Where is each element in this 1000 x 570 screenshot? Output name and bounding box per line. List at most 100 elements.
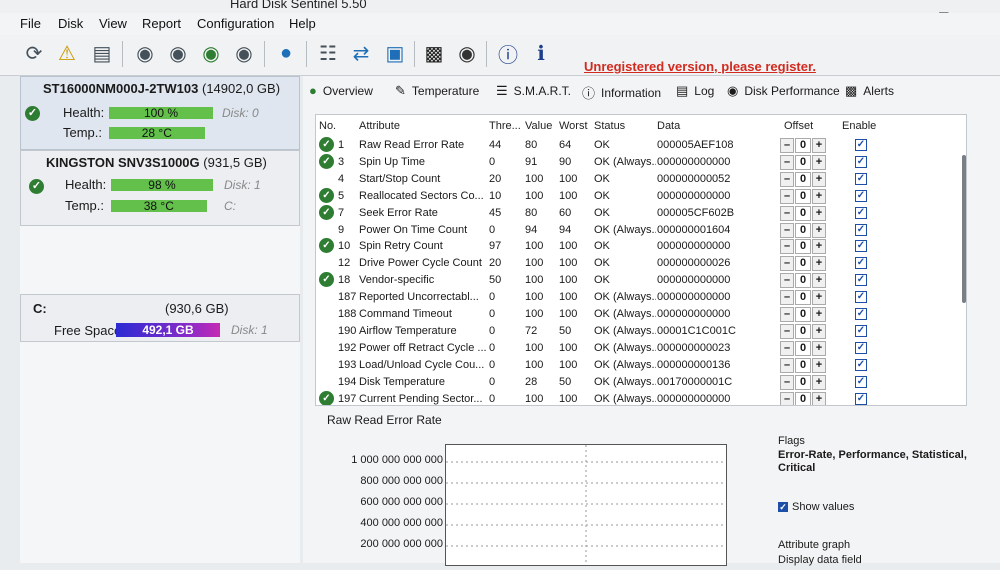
globe-icon[interactable]: ● — [272, 39, 300, 67]
offset-value[interactable]: 0 — [795, 138, 811, 153]
col-enable[interactable]: Enable — [842, 120, 876, 132]
col-offset[interactable]: Offset — [784, 120, 813, 132]
enable-checkbox[interactable]: ✓ — [855, 274, 867, 287]
tab-information[interactable]: ⓘ Information — [582, 83, 661, 102]
offset-value[interactable]: 0 — [795, 188, 811, 204]
table-row[interactable]: ✓ 7 Seek Error Rate 45 80 60 OK 000005CF602B –0 +… — [316, 204, 966, 222]
plus-icon[interactable]: + — [812, 138, 826, 153]
minus-icon[interactable]: – — [780, 391, 794, 405]
offset-value[interactable]: 0 — [795, 239, 811, 255]
minus-icon[interactable]: – — [780, 340, 794, 356]
minus-icon[interactable]: – — [780, 323, 794, 339]
enable-checkbox[interactable]: ✓ — [855, 392, 867, 405]
enable-checkbox[interactable]: ✓ — [855, 206, 867, 219]
menu-configuration[interactable]: Configuration — [197, 16, 274, 31]
minus-icon[interactable]: – — [780, 256, 794, 272]
warning-icon[interactable]: ⚠ — [53, 39, 81, 67]
table-row[interactable]: 9 Power On Time Count 0 94 94 OK (Always... 00… — [316, 222, 966, 239]
enable-checkbox[interactable]: ✓ — [855, 341, 867, 354]
disk-card-0[interactable]: ST16000NM000J-2TW103 (14902,0 GB) ✓ Heal… — [20, 76, 300, 150]
enable-checkbox[interactable]: ✓ — [855, 257, 867, 270]
drive-icon[interactable]: ▤ — [88, 39, 116, 67]
volume-card[interactable]: C: (930,6 GB) Free Space 492,1 GB Disk: … — [20, 294, 300, 342]
offset-value[interactable]: 0 — [795, 340, 811, 356]
col-threshold[interactable]: Thre... — [489, 120, 521, 132]
plus-icon[interactable]: + — [812, 205, 826, 221]
enable-checkbox[interactable]: ✓ — [855, 223, 867, 236]
table-row[interactable]: ✓ 5 Reallocated Sectors Co... 10 100 100 OK 000… — [316, 187, 966, 205]
tab-disk-performance[interactable]: ◉ Disk Performance — [727, 83, 840, 99]
minus-icon[interactable]: – — [780, 239, 794, 255]
plus-icon[interactable]: + — [812, 323, 826, 339]
disk-test-icon[interactable]: ◉ — [131, 39, 159, 67]
col-value[interactable]: Value — [525, 120, 552, 132]
minus-icon[interactable]: – — [780, 307, 794, 322]
minus-icon[interactable]: – — [780, 290, 794, 306]
surface-test-icon[interactable]: ◉ — [164, 39, 192, 67]
enable-checkbox[interactable]: ✓ — [855, 139, 867, 151]
col-no[interactable]: No. — [319, 120, 336, 132]
offset-value[interactable]: 0 — [795, 290, 811, 306]
enable-checkbox[interactable]: ✓ — [855, 324, 867, 337]
offset-value[interactable]: 0 — [795, 391, 811, 405]
minus-icon[interactable]: – — [780, 154, 794, 170]
tab-temperature[interactable]: ✎ Temperature — [395, 83, 479, 99]
table-row[interactable]: ✓ 18 Vendor-specific 50 100 100 OK 000000000000… — [316, 272, 966, 289]
plus-icon[interactable]: + — [812, 290, 826, 306]
help-icon[interactable]: ⓘ — [494, 39, 522, 67]
enable-checkbox[interactable]: ✓ — [855, 155, 867, 168]
enable-checkbox[interactable]: ✓ — [855, 358, 867, 371]
offset-value[interactable]: 0 — [795, 171, 811, 187]
display-data-field-select[interactable]: Display data field — [778, 554, 862, 566]
table-row[interactable]: ✓ 1 Raw Read Error Rate 44 80 64 OK 000005AEF10… — [316, 137, 966, 154]
disk-ok-icon[interactable]: ◉ — [197, 39, 225, 67]
offset-value[interactable]: 0 — [795, 273, 811, 289]
offset-value[interactable]: 0 — [795, 205, 811, 221]
unregistered-link[interactable]: Unregistered version, please register. — [584, 59, 816, 74]
col-status[interactable]: Status — [594, 120, 625, 132]
col-data[interactable]: Data — [657, 120, 680, 132]
offset-value[interactable]: 0 — [795, 323, 811, 339]
disk-card-1[interactable]: KINGSTON SNV3S1000G (931,5 GB) ✓ Health:… — [20, 150, 300, 226]
plus-icon[interactable]: + — [812, 374, 826, 390]
minus-icon[interactable]: – — [780, 188, 794, 204]
tab-log[interactable]: ▤ Log — [676, 83, 714, 99]
plus-icon[interactable]: + — [812, 273, 826, 289]
info-icon[interactable]: ℹ — [527, 39, 555, 67]
network-icon[interactable]: ▣ — [381, 39, 409, 67]
minus-icon[interactable]: – — [780, 222, 794, 238]
minus-icon[interactable]: – — [780, 138, 794, 153]
disk-settings-icon[interactable]: ◉ — [230, 39, 258, 67]
menu-report[interactable]: Report — [142, 16, 181, 31]
table-scrollbar[interactable] — [962, 155, 966, 303]
table-row[interactable]: 190 Airflow Temperature 0 72 50 OK (Always...… — [316, 323, 966, 340]
minus-icon[interactable]: – — [780, 357, 794, 373]
table-row[interactable]: 193 Load/Unload Cycle Cou... 0 100 100 OK (Al… — [316, 357, 966, 374]
enable-checkbox[interactable]: ✓ — [855, 375, 867, 388]
table-row[interactable]: 194 Disk Temperature 0 28 50 OK (Always... 001… — [316, 374, 966, 391]
offset-value[interactable]: 0 — [795, 357, 811, 373]
offset-value[interactable]: 0 — [795, 222, 811, 238]
offset-value[interactable]: 0 — [795, 374, 811, 390]
plus-icon[interactable]: + — [812, 256, 826, 272]
table-row[interactable]: 12 Drive Power Cycle Count 20 100 100 OK 00000… — [316, 255, 966, 272]
plus-icon[interactable]: + — [812, 307, 826, 322]
enable-checkbox[interactable]: ✓ — [855, 240, 867, 253]
enable-checkbox[interactable]: ✓ — [855, 189, 867, 202]
menu-help[interactable]: Help — [289, 16, 316, 31]
menu-view[interactable]: View — [99, 16, 127, 31]
show-values-checkbox[interactable]: ✓ Show values — [778, 501, 854, 513]
plus-icon[interactable]: + — [812, 188, 826, 204]
enable-checkbox[interactable]: ✓ — [855, 308, 867, 320]
table-row[interactable]: 188 Command Timeout 0 100 100 OK (Always... 00… — [316, 306, 966, 323]
enable-checkbox[interactable]: ✓ — [855, 172, 867, 185]
menu-disk[interactable]: Disk — [58, 16, 83, 31]
col-attribute[interactable]: Attribute — [359, 120, 400, 132]
table-row[interactable]: ✓ 3 Spin Up Time 0 91 90 OK (Always... 00000000… — [316, 153, 966, 171]
col-worst[interactable]: Worst — [559, 120, 588, 132]
speaker-icon[interactable]: ◉ — [453, 39, 481, 67]
minus-icon[interactable]: – — [780, 374, 794, 390]
offset-value[interactable]: 0 — [795, 256, 811, 272]
minus-icon[interactable]: – — [780, 171, 794, 187]
menu-file[interactable]: File — [20, 16, 41, 31]
